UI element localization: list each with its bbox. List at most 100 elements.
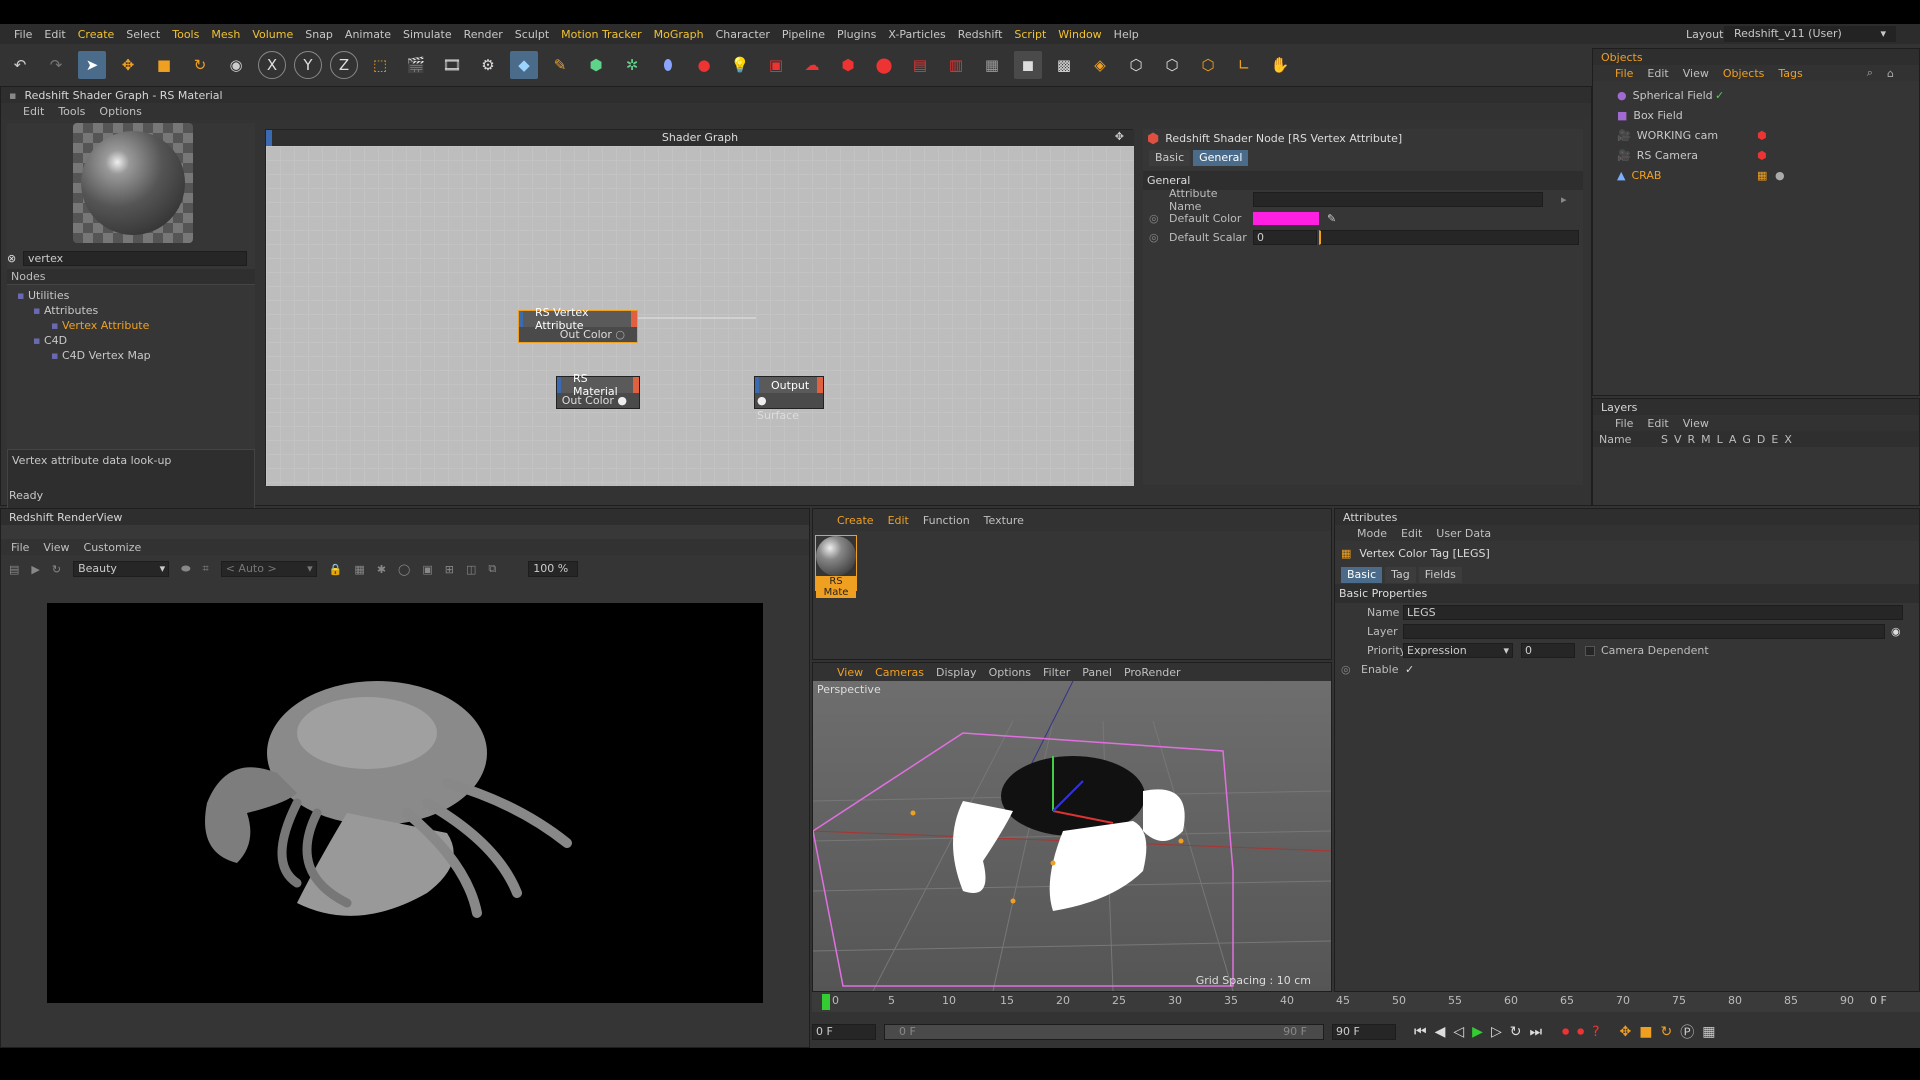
attribute-name-input[interactable]	[1253, 192, 1543, 207]
node-rs-material[interactable]: RS Material Out Color ●	[556, 372, 640, 409]
menu-select[interactable]: Select	[120, 28, 166, 41]
menu-character[interactable]: Character	[710, 28, 776, 41]
menu-help[interactable]: Help	[1108, 28, 1145, 41]
bucket-icon[interactable]: ✱	[377, 563, 386, 576]
shader-menu-tools[interactable]: Tools	[58, 105, 85, 118]
move-tool-icon[interactable]: ✥	[114, 51, 142, 79]
default-scalar-slider[interactable]	[1319, 230, 1579, 245]
viewport-menu-options[interactable]: Options	[989, 666, 1031, 679]
tab-basic[interactable]: Basic	[1149, 149, 1191, 166]
color-picker-icon[interactable]: ✎	[1327, 212, 1336, 225]
keyframe-dot-icon-2[interactable]: ◎	[1149, 231, 1169, 244]
keyframe-selection-icon[interactable]: ?	[1592, 1024, 1599, 1040]
playhead[interactable]	[822, 994, 830, 1010]
attributes-menu-mode[interactable]: Mode	[1357, 527, 1387, 540]
start-frame-field[interactable]: 0 F	[812, 1024, 876, 1040]
menu-script[interactable]: Script	[1008, 28, 1052, 41]
menu-mograph[interactable]: MoGraph	[648, 28, 710, 41]
renderview-menu-view[interactable]: View	[43, 541, 69, 554]
enable-checkbox[interactable]: ✓	[1405, 663, 1414, 676]
objects-menu-objects[interactable]: Objects	[1723, 67, 1765, 80]
shader-menu-edit[interactable]: Edit	[23, 105, 44, 118]
object-row-rs-camera[interactable]: 🎥 RS Camera ⬢	[1593, 145, 1919, 165]
axis-mode-icon[interactable]: ∟	[1230, 51, 1258, 79]
key-pla-icon[interactable]: ▦	[1702, 1024, 1715, 1040]
material-tag-icon[interactable]: ●	[1775, 169, 1785, 182]
vertex-color-tag-icon[interactable]: ▦	[1757, 169, 1767, 182]
camera-dropdown[interactable]: < Auto > ▾	[220, 561, 317, 577]
menu-plugins[interactable]: Plugins	[831, 28, 882, 41]
film-icon[interactable]: ▤	[9, 563, 19, 576]
checker-icon[interactable]: ▩	[1050, 51, 1078, 79]
rs-environment-icon[interactable]: ☁	[798, 51, 826, 79]
texture-mode-icon[interactable]: ⬡	[1194, 51, 1222, 79]
layers-menu-edit[interactable]: Edit	[1647, 417, 1668, 430]
tab-attr-fields[interactable]: Fields	[1418, 566, 1462, 583]
grid-icon[interactable]: ▦	[354, 563, 364, 576]
compare-icon[interactable]: ◫	[466, 563, 476, 576]
rs-tag-icon[interactable]: ⬢	[1757, 129, 1767, 142]
perspective-cube-icon[interactable]: ◼	[1014, 51, 1042, 79]
key-scale-icon[interactable]: ■	[1639, 1024, 1652, 1040]
coordinate-system-icon[interactable]: ⬚	[366, 51, 394, 79]
renderview-menu-file[interactable]: File	[11, 541, 29, 554]
viewport-menu-prorender[interactable]: ProRender	[1124, 666, 1181, 679]
menu-animate[interactable]: Animate	[339, 28, 397, 41]
workplane-icon[interactable]: ◈	[1086, 51, 1114, 79]
cloner-icon[interactable]: ✲	[618, 51, 646, 79]
tree-item-utilities[interactable]: ▪ Utilities	[17, 289, 69, 302]
key-position-icon[interactable]: ✥	[1620, 1024, 1632, 1040]
rs-volume-icon[interactable]: ▤	[906, 51, 934, 79]
x-axis-icon[interactable]: X	[258, 51, 286, 79]
rotate-tool-icon[interactable]: ↻	[186, 51, 214, 79]
menu-window[interactable]: Window	[1052, 28, 1107, 41]
node-search-input[interactable]	[23, 250, 247, 266]
undo-icon[interactable]: ↶	[6, 51, 34, 79]
rs-sphere-icon[interactable]: ⬤	[870, 51, 898, 79]
menu-redshift[interactable]: Redshift	[952, 28, 1009, 41]
menu-tools[interactable]: Tools	[166, 28, 205, 41]
renderview-menu-customize[interactable]: Customize	[84, 541, 142, 554]
menu-pipeline[interactable]: Pipeline	[776, 28, 831, 41]
range-slider[interactable]: 0 F 90 F	[884, 1024, 1324, 1040]
refresh-icon[interactable]: ↻	[52, 563, 61, 576]
camera-dependent-checkbox[interactable]	[1585, 645, 1595, 656]
zoom-field[interactable]: 100 %	[528, 561, 579, 577]
select-tool-icon[interactable]: ➤	[78, 51, 106, 79]
image-icon[interactable]: ▣	[422, 563, 432, 576]
shader-menu-options[interactable]: Options	[99, 105, 141, 118]
objects-menu-view[interactable]: View	[1683, 67, 1709, 80]
search-icon[interactable]: ⌕	[1867, 66, 1873, 80]
tree-item-c4d[interactable]: ▪ C4D	[33, 334, 67, 347]
loop-icon[interactable]: ↻	[1510, 1024, 1522, 1040]
object-row-crab[interactable]: ▲ CRAB ▦ ●	[1593, 165, 1919, 185]
tab-attr-basic[interactable]: Basic	[1341, 566, 1383, 583]
menu-snap[interactable]: Snap	[299, 28, 339, 41]
live-select-icon[interactable]: ◉	[222, 51, 250, 79]
next-frame-icon[interactable]: ▷	[1491, 1024, 1502, 1040]
object-row-working-cam[interactable]: 🎥 WORKING cam ⬢	[1593, 125, 1919, 145]
menu-file[interactable]: File	[8, 28, 38, 41]
viewport-menu-filter[interactable]: Filter	[1043, 666, 1070, 679]
prev-key-icon[interactable]: ◀	[1435, 1024, 1446, 1040]
end-frame-field[interactable]: 90 F	[1332, 1024, 1396, 1040]
visibility-check-icon[interactable]: ✓	[1715, 89, 1724, 102]
object-axis-icon[interactable]: ⬡	[1122, 51, 1150, 79]
viewport-menu-display[interactable]: Display	[936, 666, 977, 679]
object-row-box-field[interactable]: ■ Box Field	[1593, 105, 1919, 125]
menu-edit[interactable]: Edit	[38, 28, 71, 41]
menu-sculpt[interactable]: Sculpt	[509, 28, 555, 41]
scale-tool-icon[interactable]: ■	[150, 51, 178, 79]
menu-simulate[interactable]: Simulate	[397, 28, 458, 41]
crop-icon[interactable]: ⌗	[203, 562, 209, 576]
pen-icon[interactable]: ✎	[546, 51, 574, 79]
keyframe-dot-icon[interactable]: ◎	[1149, 212, 1169, 225]
rs-render-icon[interactable]: ●	[690, 51, 718, 79]
menu-render[interactable]: Render	[458, 28, 509, 41]
rs-proxy-icon[interactable]: ⬢	[834, 51, 862, 79]
default-scalar-input[interactable]: 0	[1253, 230, 1317, 245]
layer-input[interactable]	[1403, 624, 1885, 639]
prev-frame-icon[interactable]: ◁	[1453, 1024, 1464, 1040]
material-swatch-rs-mate[interactable]: RS Mate	[815, 535, 857, 598]
circle-icon[interactable]: ◯	[398, 563, 410, 576]
